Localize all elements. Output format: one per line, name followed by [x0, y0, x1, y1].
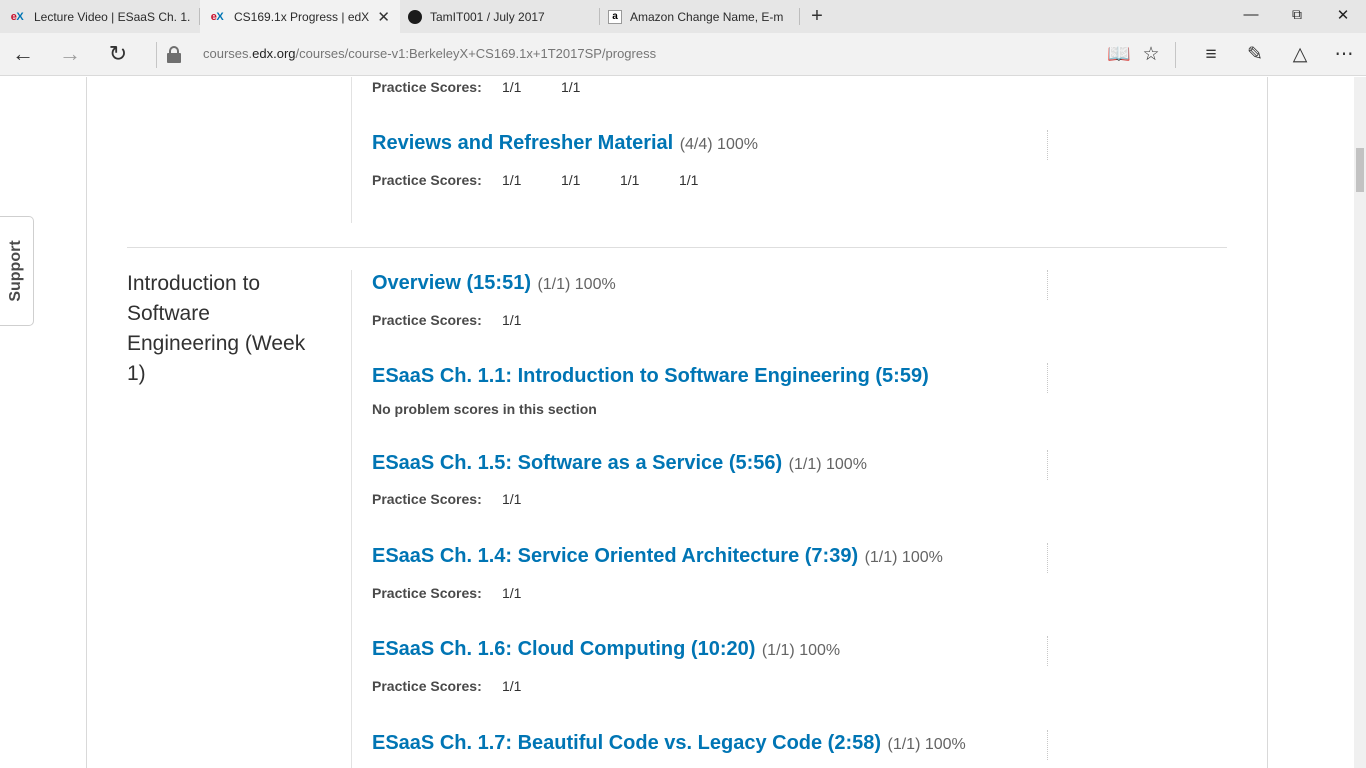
refresh-icon[interactable]: ↻ [103, 41, 133, 69]
github-favicon-icon [408, 9, 422, 24]
address-field[interactable]: courses.edx.org/courses/course-v1:Berkel… [203, 46, 656, 61]
section-reviews: Reviews and Refresher Material (4/4) 100… [372, 132, 758, 155]
tab-strip: eX Lecture Video | ESaaS Ch. 1. eX CS169… [0, 0, 1366, 33]
tab-title: TamIT001 / July 2017 [430, 9, 545, 24]
section-ch-1-7: ESaaS Ch. 1.7: Beautiful Code vs. Legacy… [372, 732, 966, 755]
section-link[interactable]: ESaaS Ch. 1.1: Introduction to Software … [372, 365, 929, 387]
edx-favicon-icon: eX [210, 10, 224, 23]
practice-scores: Practice Scores: 1/1 [372, 678, 522, 694]
forward-icon[interactable]: → [55, 41, 85, 69]
tab-progress[interactable]: eX CS169.1x Progress | edX ✕ [200, 0, 400, 33]
section-link[interactable]: ESaaS Ch. 1.4: Service Oriented Architec… [372, 545, 858, 567]
practice-scores: Practice Scores: 1/1 [372, 491, 522, 507]
progress-page: Practice Scores: 1/1 1/1 Reviews and Refre… [0, 77, 1354, 768]
minimize-icon[interactable]: — [1228, 6, 1274, 23]
tab-lecture-video[interactable]: eX Lecture Video | ESaaS Ch. 1. [0, 0, 200, 33]
practice-scores: Practice Scores: 1/1 1/1 1/1 1/1 [372, 172, 699, 188]
lock-icon [166, 46, 182, 63]
section-link[interactable]: ESaaS Ch. 1.6: Cloud Computing (10:20) [372, 638, 755, 660]
section-overview: Overview (15:51) (1/1) 100% [372, 272, 616, 295]
back-icon[interactable]: ← [8, 41, 38, 69]
tab-title: Lecture Video | ESaaS Ch. 1. [34, 9, 191, 24]
section-score: (1/1) 100% [761, 642, 841, 659]
edx-favicon-icon: eX [10, 10, 24, 23]
section-ch-1-4: ESaaS Ch. 1.4: Service Oriented Architec… [372, 545, 943, 568]
web-note-icon[interactable]: ✎ [1241, 42, 1269, 68]
reading-view-icon[interactable]: 📖 [1105, 42, 1133, 68]
more-icon[interactable]: ⋯ [1330, 42, 1358, 68]
favorite-star-icon[interactable]: ☆ [1137, 42, 1165, 68]
section-ch-1-1: ESaaS Ch. 1.1: Introduction to Software … [372, 365, 929, 388]
support-label: Support [7, 240, 24, 302]
tab-title: CS169.1x Progress | edX [234, 9, 370, 24]
section-score: (1/1) 100% [537, 276, 616, 293]
practice-scores: Practice Scores: 1/1 [372, 312, 522, 328]
section-ch-1-5: ESaaS Ch. 1.5: Software as a Service (5:… [372, 452, 867, 475]
practice-scores: Practice Scores: 1/1 1/1 [372, 79, 581, 95]
scrollbar-thumb[interactable] [1356, 148, 1364, 192]
share-icon[interactable]: △ [1286, 42, 1314, 68]
section-link[interactable]: Overview (15:51) [372, 272, 531, 294]
section-score: (4/4) 100% [679, 136, 758, 153]
restore-icon[interactable]: ⧉ [1274, 6, 1320, 23]
section-link[interactable]: Reviews and Refresher Material [372, 132, 673, 154]
practice-scores: Practice Scores: 1/1 [372, 585, 522, 601]
tab-github[interactable]: TamIT001 / July 2017 [400, 0, 600, 33]
chapter-divider [127, 247, 1227, 248]
tab-title: Amazon Change Name, E-m [630, 9, 784, 24]
section-link[interactable]: ESaaS Ch. 1.7: Beautiful Code vs. Legacy… [372, 732, 881, 754]
close-window-icon[interactable]: ✕ [1320, 6, 1366, 24]
close-tab-icon[interactable]: ✕ [377, 8, 390, 26]
no-problem-scores-text: No problem scores in this section [372, 401, 597, 417]
amazon-favicon-icon: a [608, 9, 622, 24]
section-score: (1/1) 100% [887, 736, 966, 753]
address-bar-row: ← → ↻ courses.edx.org/courses/course-v1:… [0, 33, 1366, 76]
support-tab[interactable]: Support [0, 216, 34, 326]
tab-amazon[interactable]: a Amazon Change Name, E-m [600, 0, 800, 33]
section-ch-1-6: ESaaS Ch. 1.6: Cloud Computing (10:20) (… [372, 638, 840, 661]
hub-icon[interactable]: ≡ [1197, 42, 1225, 68]
new-tab-button[interactable]: + [806, 5, 828, 28]
section-score: (1/1) 100% [864, 549, 943, 566]
section-score: (1/1) 100% [788, 456, 867, 473]
chapter-title: Introduction to Software Engineering (We… [127, 272, 306, 385]
section-link[interactable]: ESaaS Ch. 1.5: Software as a Service (5:… [372, 452, 782, 474]
